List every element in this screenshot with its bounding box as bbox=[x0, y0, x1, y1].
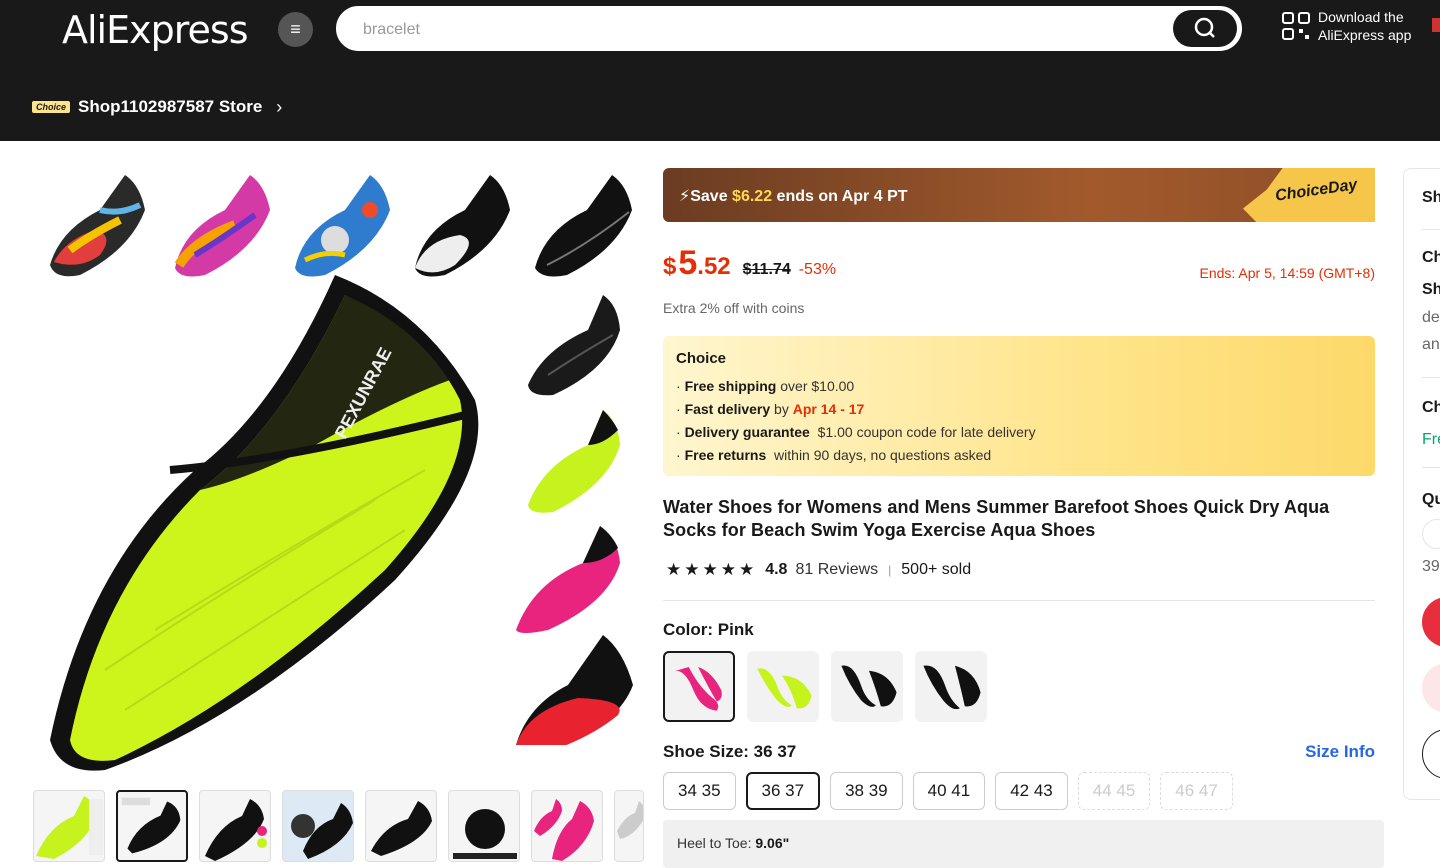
purchase-panel: Sh Ch Sh de an Ch Fre Qu 39 bbox=[1403, 168, 1440, 800]
swatch-black-2[interactable] bbox=[915, 651, 987, 722]
side-heading-2: Ch bbox=[1422, 249, 1440, 266]
bottom-thumb-3[interactable] bbox=[199, 790, 271, 862]
store-bar[interactable]: Choice Shop1102987587 Store › bbox=[32, 96, 282, 118]
sale-ends: Ends: Apr 5, 14:59 (GMT+8) bbox=[1199, 265, 1375, 281]
choice-benefits[interactable]: Choice · Free shipping over $10.00 · Fas… bbox=[663, 336, 1375, 476]
size-42-43[interactable]: 42 43 bbox=[995, 772, 1068, 810]
divider bbox=[663, 600, 1375, 601]
side-heading-1: Sh bbox=[1422, 189, 1440, 206]
bottom-thumbnails bbox=[33, 790, 644, 862]
thumb-shoe-pink-orange[interactable] bbox=[165, 170, 275, 282]
size-38-39[interactable]: 38 39 bbox=[830, 772, 903, 810]
thumb-shoe-white[interactable] bbox=[405, 170, 515, 282]
bottom-thumb-8[interactable] bbox=[614, 790, 644, 862]
choiceday-tag: ChoiceDay bbox=[1243, 168, 1375, 222]
original-price: $11.74 bbox=[742, 261, 791, 278]
side-thumb-lime[interactable] bbox=[508, 400, 633, 515]
promo-amount: $6.22 bbox=[732, 188, 773, 205]
size-34-35[interactable]: 34 35 bbox=[663, 772, 736, 810]
swatch-pink[interactable] bbox=[663, 651, 735, 722]
benefit-shipping: · Free shipping over $10.00 bbox=[676, 378, 855, 394]
heel-to-toe: Heel to Toe: 9.06" bbox=[663, 820, 1384, 868]
quantity-minus-button[interactable] bbox=[1422, 519, 1440, 549]
benefit-returns: · Free returns within 90 days, no questi… bbox=[676, 447, 992, 463]
bottom-thumb-2[interactable] bbox=[116, 790, 188, 862]
download-line2: AliExpress app bbox=[1318, 27, 1412, 43]
discount-percent: -53% bbox=[798, 261, 837, 278]
size-options: 34 35 36 37 38 39 40 41 42 43 44 45 46 4… bbox=[663, 772, 1233, 810]
main-product-image[interactable]: PEXUNRAE bbox=[45, 270, 505, 775]
search-button[interactable] bbox=[1173, 10, 1237, 47]
star-rating-icon: ★★★★★ bbox=[666, 560, 758, 579]
bottom-thumb-1[interactable] bbox=[33, 790, 105, 862]
coins-note: Extra 2% off with coins bbox=[663, 300, 805, 316]
search-bar[interactable] bbox=[336, 6, 1242, 51]
promo-text: ⚡Save $6.22 ends on Apr 4 PT bbox=[679, 188, 908, 205]
search-input[interactable] bbox=[363, 18, 1143, 42]
aliexpress-logo[interactable]: AliExpress bbox=[62, 8, 248, 52]
bottom-thumb-6[interactable] bbox=[448, 790, 520, 862]
side-text-2: an bbox=[1422, 336, 1440, 353]
size-46-47: 46 47 bbox=[1160, 772, 1233, 810]
color-swatches bbox=[663, 651, 987, 722]
side-heading-4: Ch bbox=[1422, 399, 1440, 416]
size-44-45: 44 45 bbox=[1077, 772, 1151, 810]
choice-badge: Choice bbox=[32, 101, 71, 113]
thumb-shoe-rainbow[interactable] bbox=[40, 170, 150, 282]
side-divider-3 bbox=[1422, 467, 1440, 468]
rating-value: 4.8 bbox=[765, 561, 788, 578]
store-name[interactable]: Shop1102987587 Store bbox=[78, 97, 262, 117]
wishlist-button[interactable] bbox=[1422, 729, 1440, 779]
bottom-thumb-4[interactable] bbox=[282, 790, 354, 862]
header: AliExpress ≡ Download the AliExpress app… bbox=[0, 0, 1440, 141]
side-thumb-red[interactable] bbox=[508, 630, 633, 745]
menu-icon[interactable]: ≡ bbox=[278, 12, 313, 47]
qr-code-icon bbox=[1282, 12, 1310, 40]
price-currency: $ bbox=[663, 253, 677, 280]
reviews-link[interactable]: 81 Reviews bbox=[795, 561, 878, 579]
bottom-thumb-5[interactable] bbox=[365, 790, 437, 862]
size-label: Shoe Size: 36 37 bbox=[663, 742, 797, 761]
benefit-delivery: · Fast delivery by Apr 14 - 17 bbox=[676, 401, 865, 417]
sold-count: 500+ sold bbox=[901, 561, 972, 578]
side-text-1: de bbox=[1422, 309, 1440, 326]
bottom-thumb-7[interactable] bbox=[531, 790, 603, 862]
lightning-icon: ⚡ bbox=[679, 188, 691, 205]
price-integer: 5 bbox=[678, 244, 698, 282]
side-heading-3: Sh bbox=[1422, 281, 1440, 298]
size-36-37[interactable]: 36 37 bbox=[745, 772, 821, 810]
swatch-black[interactable] bbox=[831, 651, 903, 722]
color-label: Color: Pink bbox=[663, 620, 754, 639]
download-line1: Download the bbox=[1318, 9, 1404, 25]
promo-banner: ⚡Save $6.22 ends on Apr 4 PT ChoiceDay bbox=[663, 168, 1375, 222]
add-to-cart-button[interactable] bbox=[1422, 663, 1440, 713]
separator: | bbox=[888, 563, 892, 577]
price-decimal: .52 bbox=[697, 253, 731, 280]
benefit-guarantee: · Delivery guarantee $1.00 coupon code f… bbox=[676, 424, 1036, 440]
flag-icon[interactable] bbox=[1432, 18, 1440, 32]
product-title: Water Shoes for Womens and Mens Summer B… bbox=[663, 497, 1330, 540]
side-divider bbox=[1422, 229, 1440, 230]
buy-now-button[interactable] bbox=[1422, 597, 1440, 647]
size-info-link[interactable]: Size Info bbox=[1305, 742, 1375, 762]
chevron-right-icon: › bbox=[276, 96, 283, 117]
side-stock: 39 bbox=[1422, 558, 1440, 575]
size-40-41[interactable]: 40 41 bbox=[912, 772, 986, 810]
side-thumb-pink[interactable] bbox=[508, 518, 633, 633]
side-quantity-label: Qu bbox=[1422, 491, 1440, 508]
side-thumb-black-printed[interactable] bbox=[508, 285, 633, 400]
thumb-shoe-blue-floral[interactable] bbox=[285, 170, 395, 282]
side-divider-2 bbox=[1422, 377, 1440, 378]
rating-row[interactable]: ★★★★★ 4.8 81 Reviews | 500+ sold bbox=[666, 560, 971, 580]
side-free: Fre bbox=[1422, 431, 1440, 448]
price-block: $ 5 .52 $11.74 -53% bbox=[663, 244, 836, 283]
search-icon bbox=[1194, 17, 1215, 38]
choice-title: Choice bbox=[676, 350, 727, 367]
thumb-shoe-black[interactable] bbox=[527, 170, 637, 282]
swatch-lime[interactable] bbox=[747, 651, 819, 722]
